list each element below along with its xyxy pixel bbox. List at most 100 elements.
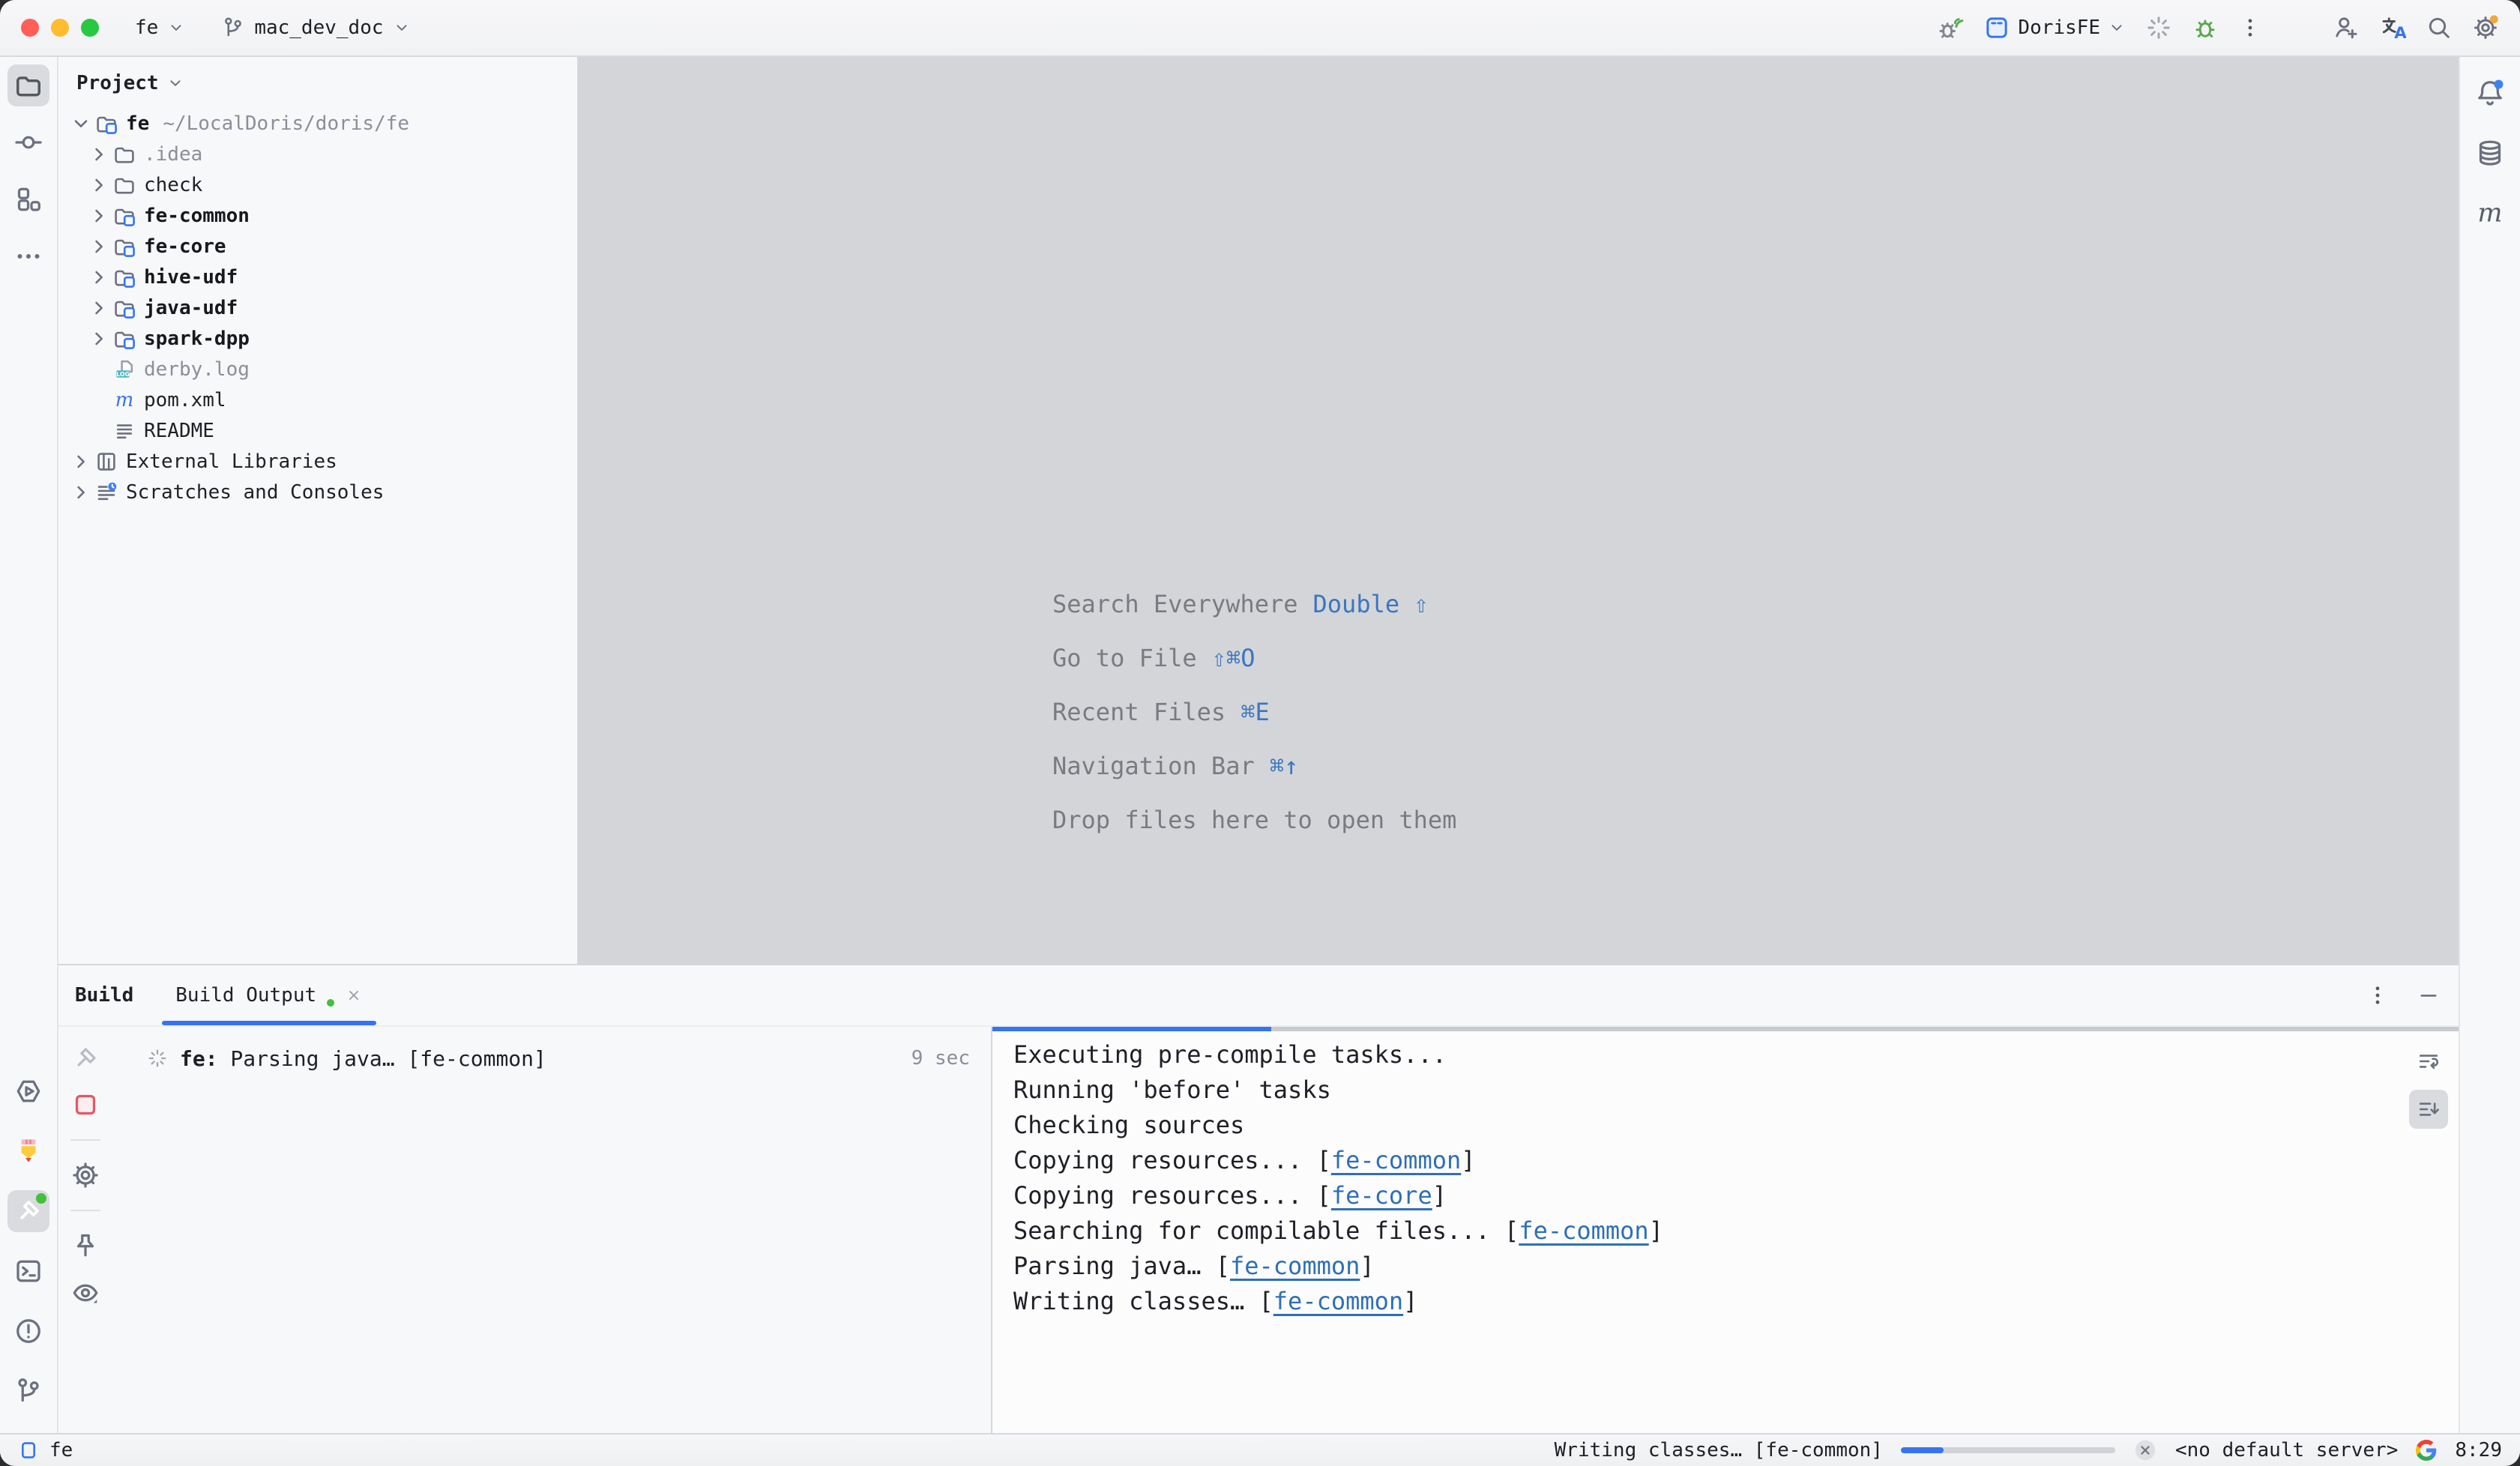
google-icon[interactable] <box>2416 1440 2437 1461</box>
code-with-me-icon[interactable] <box>2333 14 2360 41</box>
tree-item-path: ~/LocalDoris/doris/fe <box>163 112 409 135</box>
tree-item-derby.log[interactable]: LOGderby.log <box>58 354 577 384</box>
problems-icon <box>13 1316 43 1346</box>
minimize-window-button[interactable] <box>51 19 69 37</box>
debug-button[interactable] <box>2192 14 2219 41</box>
build-console[interactable]: Executing pre-compile tasks...Running 'b… <box>991 1027 2459 1433</box>
translate-icon[interactable]: A <box>2379 14 2406 41</box>
build-toolbar-rebuild-hammer-button[interactable] <box>66 1039 105 1078</box>
shortcut-keys: ⌘↑ <box>1270 752 1299 780</box>
more-actions-icon[interactable] <box>2238 16 2262 40</box>
tree-item-check[interactable]: check <box>58 169 577 200</box>
chevron-right-icon[interactable] <box>87 296 111 320</box>
project-selector[interactable]: fe <box>135 16 185 39</box>
build-toolbar-settings-gear-button[interactable] <box>66 1156 105 1195</box>
tool-button-maven[interactable]: m <box>2469 192 2511 234</box>
tool-button-terminal[interactable] <box>7 1250 49 1292</box>
vcs-branch-selector[interactable]: mac_dev_doc <box>221 16 410 40</box>
tree-item-fe[interactable]: fe~/LocalDoris/doris/fe <box>58 108 577 139</box>
tool-button-notifications[interactable] <box>2469 72 2511 114</box>
tree-item-label: java-udf <box>144 297 238 319</box>
soft-wrap-button[interactable] <box>2409 1042 2448 1081</box>
chevron-right-icon[interactable] <box>69 450 93 474</box>
tree-item-external-libraries[interactable]: External Libraries <box>58 446 577 477</box>
tree-item-java-udf[interactable]: java-udf <box>58 292 577 323</box>
tree-item-.idea[interactable]: .idea <box>58 139 577 169</box>
chevron-right-icon[interactable] <box>69 480 93 504</box>
console-module-link[interactable]: fe-common <box>1230 1252 1360 1280</box>
chevron-right-icon[interactable] <box>87 173 111 197</box>
chevron-right-icon[interactable] <box>87 327 111 351</box>
tool-button-more-horizontal[interactable] <box>7 235 49 277</box>
build-toolbar-pin-button[interactable] <box>66 1226 105 1265</box>
tree-item-fe-common[interactable]: fe-common <box>58 200 577 231</box>
center-area: Project fe~/LocalDoris/doris/fe.ideachec… <box>58 57 2459 1433</box>
run-hexagon-icon <box>13 1076 43 1106</box>
search-icon[interactable] <box>2426 14 2453 41</box>
ide-window: fe mac_dev_doc DorisFE A <box>0 0 2520 1466</box>
tree-item-fe-core[interactable]: fe-core <box>58 231 577 262</box>
console-module-link[interactable]: fe-common <box>1331 1146 1461 1174</box>
tree-item-pom.xml[interactable]: mpom.xml <box>58 384 577 415</box>
scroll-to-end-button[interactable] <box>2409 1090 2448 1129</box>
console-line: Parsing java… [fe-common] <box>1013 1249 2459 1284</box>
run-in-progress-icon[interactable] <box>2145 14 2172 41</box>
tree-item-readme[interactable]: README <box>58 415 577 446</box>
tab-build-output[interactable]: Build Output <box>157 965 381 1025</box>
status-server[interactable]: <no default server> <box>2175 1439 2398 1462</box>
branch-icon <box>221 16 245 40</box>
task-text: Parsing java… [fe-common] <box>218 1046 546 1071</box>
settings-gear-icon[interactable] <box>2472 14 2499 41</box>
tool-button-run-hexagon[interactable] <box>7 1070 49 1112</box>
build-toolbar-eye-button[interactable] <box>66 1273 105 1312</box>
terminal-icon <box>13 1256 43 1286</box>
chevron-spacer <box>87 419 111 443</box>
run-configuration-selector[interactable]: DorisFE <box>1983 14 2126 41</box>
tree-item-hive-udf[interactable]: hive-udf <box>58 262 577 292</box>
rebuild-hammer-icon <box>70 1043 100 1073</box>
panel-options-icon[interactable] <box>2366 983 2390 1007</box>
status-right: Writing classes… [fe-common] <no default… <box>1555 1438 2502 1462</box>
tool-button-commit[interactable] <box>7 121 49 163</box>
hide-panel-icon[interactable] <box>2417 983 2441 1007</box>
chevron-right-icon[interactable] <box>87 142 111 166</box>
tool-button-marker-plugin[interactable] <box>7 1130 49 1172</box>
tree-item-label: Scratches and Consoles <box>126 481 384 504</box>
build-toolbar-stop-button[interactable] <box>66 1085 105 1124</box>
zoom-window-button[interactable] <box>81 19 99 37</box>
console-module-link[interactable]: fe-common <box>1273 1287 1403 1315</box>
run-config-name: DorisFE <box>2018 16 2100 39</box>
tool-button-project-folder[interactable] <box>7 64 49 106</box>
profiler-icon[interactable] <box>1937 14 1964 41</box>
close-tab-icon[interactable] <box>345 986 363 1004</box>
build-task-row[interactable]: fe: Parsing java… [fe-common] 9 sec <box>112 1040 991 1076</box>
chevron-right-icon[interactable] <box>87 204 111 228</box>
project-panel-header[interactable]: Project <box>58 57 577 94</box>
console-line: Checking sources <box>1013 1108 2459 1143</box>
tool-button-problems[interactable] <box>7 1310 49 1352</box>
tool-button-database[interactable] <box>2469 132 2511 174</box>
console-module-link[interactable]: fe-core <box>1331 1181 1432 1210</box>
shortcut-label: Drop files here to open them <box>1052 806 1456 834</box>
editor-area[interactable]: Search EverywhereDouble ⇧Go to File⇧⌘ORe… <box>579 57 2459 964</box>
console-text: Copying resources... [ <box>1013 1146 1331 1174</box>
svg-text:m: m <box>115 389 134 411</box>
close-window-button[interactable] <box>21 19 39 37</box>
tree-item-scratches-and-consoles[interactable]: Scratches and Consoles <box>58 477 577 507</box>
console-module-link[interactable]: fe-common <box>1519 1216 1648 1245</box>
tool-button-build-hammer-active[interactable] <box>7 1190 49 1232</box>
tool-button-git-branch[interactable] <box>7 1370 49 1412</box>
tool-button-structure[interactable] <box>7 178 49 220</box>
console-line: Copying resources... [fe-common] <box>1013 1143 2459 1178</box>
cancel-build-button[interactable] <box>2133 1438 2157 1462</box>
chevron-down-icon[interactable] <box>69 112 93 136</box>
soft-wrap-icon <box>2417 1049 2441 1073</box>
status-module-widget[interactable]: fe <box>18 1439 73 1462</box>
shortcut-hint: Search EverywhereDouble ⇧ <box>1052 577 1456 631</box>
console-text: Checking sources <box>1013 1111 1244 1139</box>
chevron-right-icon[interactable] <box>87 265 111 289</box>
tree-item-spark-dpp[interactable]: spark-dpp <box>58 323 577 354</box>
console-text: Copying resources... [ <box>1013 1181 1331 1210</box>
chevron-right-icon[interactable] <box>87 235 111 259</box>
console-text: Searching for compilable files... [ <box>1013 1216 1519 1245</box>
